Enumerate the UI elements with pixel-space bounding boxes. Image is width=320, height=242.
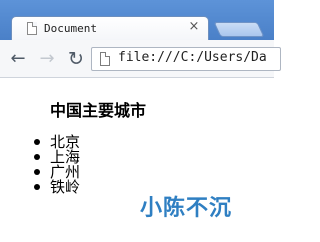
browser-window: Document × ← → ↻ file:///C:/Users/Da 中国主…	[0, 0, 281, 242]
close-icon[interactable]: ×	[187, 20, 201, 34]
watermark: 小陈不沉	[140, 196, 233, 221]
tab-title: Document	[44, 22, 97, 35]
tab-strip: Document ×	[0, 0, 274, 41]
toolbar: ← → ↻ file:///C:/Users/Da	[0, 40, 281, 78]
address-bar[interactable]: file:///C:/Users/Da	[91, 47, 281, 71]
page-content: 中国主要城市 北京 上海 广州 铁岭 小陈不沉	[0, 79, 274, 242]
list-item: 铁岭	[34, 179, 80, 195]
page-heading: 中国主要城市	[50, 101, 147, 120]
tab-document[interactable]: Document ×	[11, 16, 209, 41]
list-item: 广州	[34, 164, 80, 180]
list-item: 北京	[34, 134, 80, 150]
new-tab-button[interactable]	[213, 22, 265, 37]
back-arrow-icon[interactable]: ←	[8, 49, 28, 69]
document-icon	[27, 22, 37, 35]
url-text[interactable]: file:///C:/Users/Da	[118, 50, 267, 65]
reload-icon[interactable]: ↻	[66, 49, 86, 69]
city-list: 北京 上海 广州 铁岭	[34, 134, 80, 195]
forward-arrow-icon[interactable]: →	[37, 49, 57, 69]
file-icon	[100, 52, 110, 66]
list-item: 上海	[34, 149, 80, 165]
